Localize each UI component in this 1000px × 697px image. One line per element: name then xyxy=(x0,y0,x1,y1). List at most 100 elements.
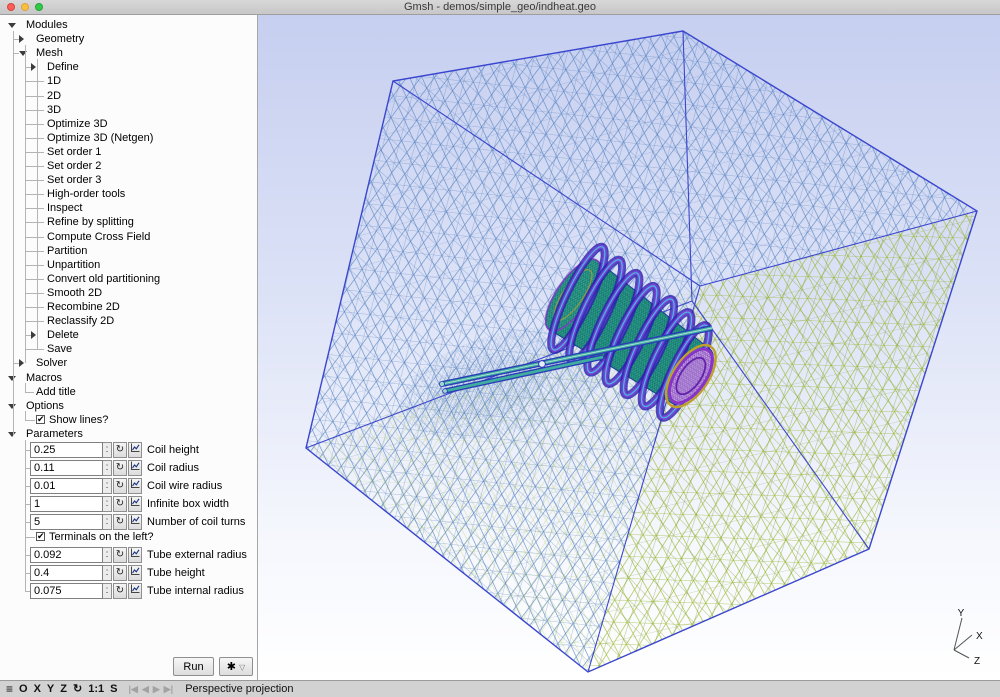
loop-range-button[interactable]: ↻ xyxy=(113,583,127,599)
stepper-icon[interactable]: : xyxy=(103,547,112,563)
graph-button[interactable] xyxy=(128,496,142,512)
graph-icon xyxy=(131,566,140,575)
graph-button[interactable] xyxy=(128,565,142,581)
loop-range-button[interactable]: ↻ xyxy=(113,478,127,494)
tree-item-label: Show lines? xyxy=(49,413,109,426)
tree-item-1d[interactable]: 1D xyxy=(0,74,257,88)
collapse-arrow-icon[interactable] xyxy=(8,375,16,381)
collapse-arrow-icon[interactable] xyxy=(8,431,16,437)
tree-item-modules[interactable]: Modules xyxy=(0,18,257,32)
loop-range-button[interactable]: ↻ xyxy=(113,442,127,458)
graph-button[interactable] xyxy=(128,460,142,476)
graph-button[interactable] xyxy=(128,583,142,599)
tree-item-optimize-3d-netgen[interactable]: Optimize 3D (Netgen) xyxy=(0,131,257,145)
stepper-icon[interactable]: : xyxy=(103,478,112,494)
stepper-icon[interactable]: : xyxy=(103,583,112,599)
param-input-tube-internal-radius[interactable] xyxy=(30,583,103,599)
tree-item-show-lines[interactable]: ✔ Show lines? xyxy=(0,413,257,427)
param-input-coil-wire-radius[interactable] xyxy=(30,478,103,494)
param-label: Coil height xyxy=(147,444,199,456)
tree-item-solver[interactable]: Solver xyxy=(0,356,257,370)
param-input-tube-height[interactable] xyxy=(30,565,103,581)
graph-button[interactable] xyxy=(128,547,142,563)
tree-item-3d[interactable]: 3D xyxy=(0,103,257,117)
param-input-coil-height[interactable] xyxy=(30,442,103,458)
tree-guide xyxy=(25,45,26,363)
tree-item-optimize-3d[interactable]: Optimize 3D xyxy=(0,117,257,131)
tree-item-options[interactable]: Options xyxy=(0,399,257,413)
tree-guide xyxy=(25,383,26,392)
graph-button[interactable] xyxy=(128,478,142,494)
tree-item-label: 2D xyxy=(47,89,62,102)
tree-item-recombine-2d[interactable]: Recombine 2D xyxy=(0,300,257,314)
z-view-button[interactable]: Z xyxy=(60,682,67,697)
axis-x-label: X xyxy=(976,631,983,642)
graph-button[interactable] xyxy=(128,442,142,458)
tree-item-convert-old-partitioning[interactable]: Convert old partitioning xyxy=(0,272,257,286)
loop-range-button[interactable]: ↻ xyxy=(113,496,127,512)
rotate-view-button[interactable]: ↻ xyxy=(73,682,82,697)
param-input-coil-radius[interactable] xyxy=(30,460,103,476)
tree-item-parameters[interactable]: Parameters xyxy=(0,427,257,441)
axis-y-label: Y xyxy=(958,608,965,619)
tree-item-high-order-tools[interactable]: High-order tools xyxy=(0,187,257,201)
tree-item-set-order-1[interactable]: Set order 1 xyxy=(0,145,257,159)
tree-item-label: 1D xyxy=(47,75,62,88)
graph-icon xyxy=(131,443,140,452)
tree-item-unpartition[interactable]: Unpartition xyxy=(0,258,257,272)
checkbox-show-lines[interactable]: ✔ xyxy=(36,414,45,424)
scale-button[interactable]: S xyxy=(110,682,117,697)
x-view-button[interactable]: X xyxy=(34,682,41,697)
tree-item-delete[interactable]: Delete xyxy=(0,328,257,342)
graph-button[interactable] xyxy=(128,514,142,530)
expand-arrow-icon[interactable] xyxy=(31,63,36,72)
tree-item-set-order-2[interactable]: Set order 2 xyxy=(0,159,257,173)
tree-item-macros[interactable]: Macros xyxy=(0,371,257,385)
run-button[interactable]: Run xyxy=(173,657,214,676)
param-input-number-of-coil-turns[interactable] xyxy=(30,514,103,530)
loop-icon: ↻ xyxy=(115,567,125,578)
ortho-button[interactable]: O xyxy=(19,682,28,697)
tree-item-smooth-2d[interactable]: Smooth 2D xyxy=(0,286,257,300)
tree-item-geometry[interactable]: Geometry xyxy=(0,32,257,46)
tree-item-mesh[interactable]: Mesh xyxy=(0,46,257,60)
y-view-button[interactable]: Y xyxy=(47,682,54,697)
one-to-one-button[interactable]: 1:1 xyxy=(88,682,104,697)
tree-item-partition[interactable]: Partition xyxy=(0,244,257,258)
tree-item-set-order-3[interactable]: Set order 3 xyxy=(0,173,257,187)
tree-item-save[interactable]: Save xyxy=(0,342,257,356)
tree-item-define[interactable]: Define xyxy=(0,60,257,74)
tree-item-compute-cross-field[interactable]: Compute Cross Field xyxy=(0,230,257,244)
status-message: Perspective projection xyxy=(185,683,294,695)
stepper-icon[interactable]: : xyxy=(103,514,112,530)
stepper-icon[interactable]: : xyxy=(103,565,112,581)
stepper-icon[interactable]: : xyxy=(103,442,112,458)
status-bar: ≡ O X Y Z ↻ 1:1 S |◀ ◀ ▶ ▶| Perspective projection xyxy=(0,680,1000,697)
loop-icon: ↻ xyxy=(115,462,125,473)
expand-arrow-icon[interactable] xyxy=(31,331,36,340)
tree-item-add-title[interactable]: Add title xyxy=(0,385,257,399)
macro-gear-button[interactable]: ✱ ▽ xyxy=(219,657,253,676)
loop-range-button[interactable]: ↻ xyxy=(113,514,127,530)
collapse-arrow-icon[interactable] xyxy=(8,403,16,409)
expand-arrow-icon[interactable] xyxy=(19,359,24,368)
tree-item-refine-by-splitting[interactable]: Refine by splitting xyxy=(0,215,257,229)
expand-arrow-icon[interactable] xyxy=(19,35,24,44)
graphic-canvas[interactable]: Y X Z xyxy=(258,15,1000,680)
tree-item-label: Options xyxy=(26,399,64,412)
stepper-icon[interactable]: : xyxy=(103,496,112,512)
loop-range-button[interactable]: ↻ xyxy=(113,565,127,581)
tree-item-2d[interactable]: 2D xyxy=(0,89,257,103)
param-input-infinite-box-width[interactable] xyxy=(30,496,103,512)
collapse-arrow-icon[interactable] xyxy=(8,23,16,28)
tree-item-reclassify-2d[interactable]: Reclassify 2D xyxy=(0,314,257,328)
menu-icon[interactable]: ≡ xyxy=(6,682,13,697)
checkbox-terminals-on-the-left[interactable]: ✔ xyxy=(36,532,45,541)
loop-range-button[interactable]: ↻ xyxy=(113,460,127,476)
param-input-tube-external-radius[interactable] xyxy=(30,547,103,563)
param-label: Coil wire radius xyxy=(147,480,223,492)
tree-item-inspect[interactable]: Inspect xyxy=(0,201,257,215)
param-label: Number of coil turns xyxy=(147,516,246,528)
loop-range-button[interactable]: ↻ xyxy=(113,547,127,563)
stepper-icon[interactable]: : xyxy=(103,460,112,476)
